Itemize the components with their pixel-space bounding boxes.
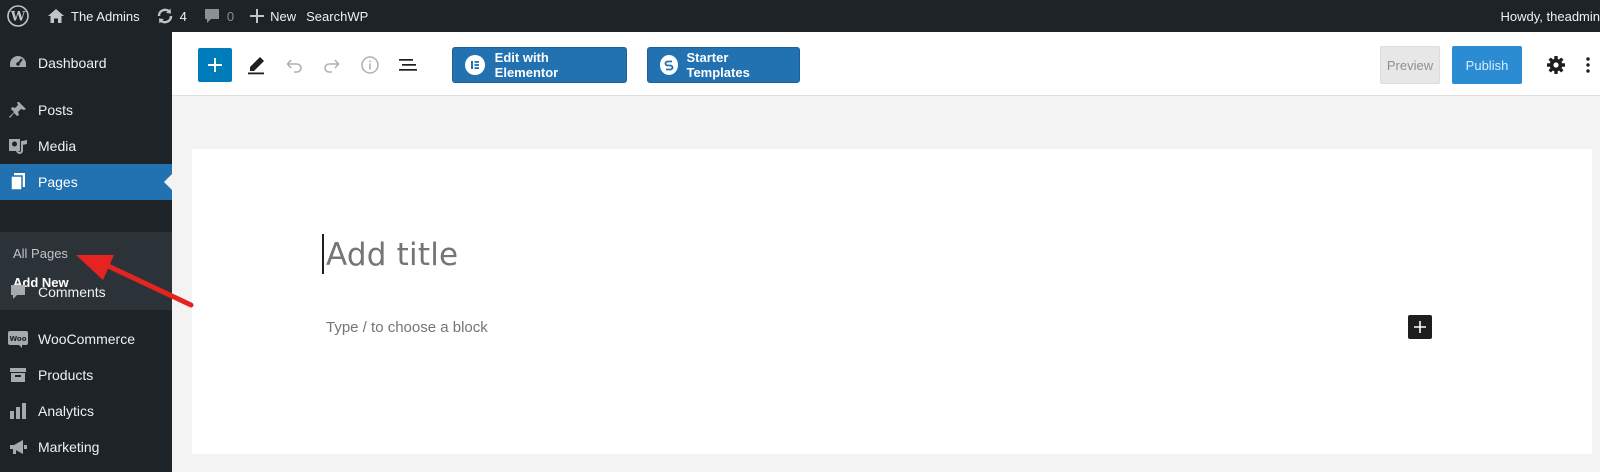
sidebar-item-label: Posts <box>38 102 74 118</box>
comments-count: 0 <box>226 8 235 24</box>
settings-button[interactable] <box>1540 49 1572 81</box>
searchwp-link[interactable]: SearchWP <box>304 0 376 32</box>
block-appender[interactable]: Type / to choose a block <box>326 319 488 336</box>
sidebar-item-comments[interactable]: Comments <box>0 274 172 310</box>
pencil-icon <box>248 57 264 75</box>
sidebar-item-label: Analytics <box>38 403 95 419</box>
publish-button[interactable]: Publish <box>1452 46 1522 84</box>
pages-icon <box>0 164 36 200</box>
sidebar-item-woocommerce[interactable]: Woo WooCommerce <box>0 321 172 357</box>
text-cursor <box>322 234 324 274</box>
site-name-link[interactable]: The Admins <box>39 0 148 32</box>
starter-templates-icon <box>660 55 679 75</box>
svg-text:W: W <box>10 10 26 25</box>
updates-count: 4 <box>179 8 187 24</box>
sidebar-item-media[interactable]: Media <box>0 128 172 164</box>
comments-link[interactable]: 0 <box>195 0 242 32</box>
sidebar-item-pages[interactable]: Pages <box>0 164 172 200</box>
add-block-button[interactable] <box>198 48 232 82</box>
sidebar-item-label: Products <box>38 367 94 383</box>
options-menu-button[interactable] <box>1578 49 1598 81</box>
sidebar-item-label: Comments <box>38 284 106 300</box>
post-title-input[interactable]: Add title <box>326 237 458 273</box>
svg-text:Woo: Woo <box>9 335 26 343</box>
sidebar-item-analytics[interactable]: Analytics <box>0 393 172 429</box>
list-view-icon <box>399 59 417 71</box>
sidebar-item-label: Dashboard <box>38 55 107 71</box>
comment-bubble-icon <box>204 8 219 23</box>
gear-icon <box>1547 56 1565 74</box>
megaphone-icon <box>0 429 36 465</box>
info-icon <box>361 56 379 74</box>
preview-button[interactable]: Preview <box>1380 46 1440 84</box>
undo-icon <box>286 59 302 73</box>
new-content-link[interactable]: New <box>242 0 304 32</box>
sidebar-item-label: Marketing <box>38 439 100 455</box>
updates-link[interactable]: 4 <box>148 0 195 32</box>
block-inserter-button[interactable] <box>1408 315 1432 339</box>
plus-icon <box>1414 321 1426 333</box>
account-menu[interactable]: Howdy, theadmin <box>1493 0 1600 32</box>
comment-icon <box>0 274 36 310</box>
admin-sidebar: Dashboard Posts Media Pages All Pages Ad… <box>0 32 172 472</box>
new-label: New <box>270 8 297 24</box>
elementor-icon <box>465 55 485 75</box>
sidebar-item-dashboard[interactable]: Dashboard <box>0 45 172 81</box>
pin-icon <box>0 92 36 128</box>
sidebar-item-label: WooCommerce <box>38 331 135 347</box>
site-name: The Admins <box>71 8 140 24</box>
plus-icon <box>208 58 222 72</box>
sidebar-item-label: Media <box>38 138 77 154</box>
undo-button[interactable] <box>278 49 310 81</box>
redo-icon <box>324 59 340 73</box>
woo-icon: Woo <box>0 321 36 357</box>
searchwp-label: SearchWP <box>306 8 369 24</box>
bar-chart-icon <box>0 393 36 429</box>
edit-with-elementor-button[interactable]: Edit with Elementor <box>452 47 627 83</box>
starter-templates-button[interactable]: Starter Templates <box>647 47 800 83</box>
redo-button[interactable] <box>316 49 348 81</box>
media-icon <box>0 128 36 164</box>
editor-toolbar: Edit with Elementor Starter Templates Pr… <box>172 32 1600 96</box>
list-view-button[interactable] <box>392 49 424 81</box>
plus-icon <box>250 9 265 23</box>
wordpress-logo-icon[interactable]: W <box>0 0 39 32</box>
updates-icon <box>157 8 172 24</box>
more-vertical-icon <box>1586 57 1590 73</box>
submenu-item-all-pages[interactable]: All Pages <box>13 246 68 261</box>
sidebar-item-products[interactable]: Products <box>0 357 172 393</box>
howdy-text: Howdy, theadmin <box>1500 8 1600 24</box>
archive-icon <box>0 357 36 393</box>
home-icon <box>48 9 64 23</box>
sidebar-item-label: Pages <box>38 174 78 190</box>
starter-templates-label: Starter Templates <box>686 50 750 80</box>
editor-canvas: Add title Type / to choose a block <box>192 149 1592 454</box>
sidebar-item-marketing[interactable]: Marketing <box>0 429 172 465</box>
admin-bar: W The Admins 4 0 New SearchWP Howdy, the… <box>0 0 1600 32</box>
details-button[interactable] <box>354 49 386 81</box>
edit-with-elementor-label: Edit with Elementor <box>494 50 559 80</box>
dashboard-icon <box>0 45 36 81</box>
edit-tools-button[interactable] <box>240 49 272 81</box>
sidebar-item-posts[interactable]: Posts <box>0 92 172 128</box>
